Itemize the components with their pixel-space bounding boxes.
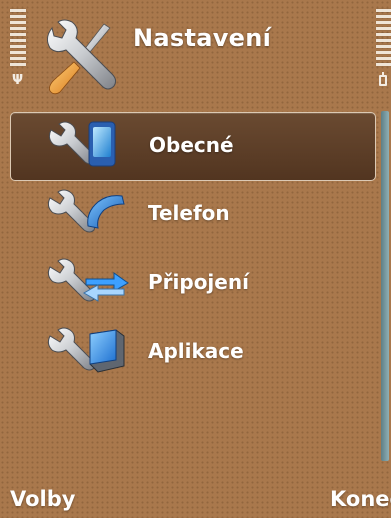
telephone-settings-icon [47, 189, 125, 233]
list-item-label: Telefon [148, 201, 230, 225]
settings-tools-icon [46, 19, 117, 95]
settings-list: Obecné Telefon Připojení Aplikace [10, 112, 376, 388]
list-item-connection[interactable]: Připojení [10, 250, 376, 319]
general-phone-settings-icon [48, 121, 116, 167]
signal-strength-indicator: Ψ [10, 9, 26, 89]
application-settings-icon [47, 327, 125, 373]
options-softkey[interactable]: Volby [10, 487, 75, 511]
battery-icon [379, 72, 387, 86]
list-item-label: Připojení [148, 270, 249, 294]
scrollbar[interactable] [381, 111, 389, 461]
list-item-applications[interactable]: Aplikace [10, 319, 376, 388]
list-item-telephone[interactable]: Telefon [10, 181, 376, 250]
list-item-label: Aplikace [148, 339, 244, 363]
signal-antenna-icon: Ψ [12, 73, 24, 88]
list-item-label: Obecné [149, 133, 234, 157]
connection-settings-icon [47, 258, 129, 302]
page-title: Nastavení [133, 24, 272, 52]
exit-softkey[interactable]: Konec [330, 487, 391, 511]
settings-screen: Ψ Nastavení Obecné Telefon Připojení Apl… [0, 0, 391, 518]
battery-indicator [376, 9, 391, 89]
list-item-general[interactable]: Obecné [10, 112, 376, 181]
